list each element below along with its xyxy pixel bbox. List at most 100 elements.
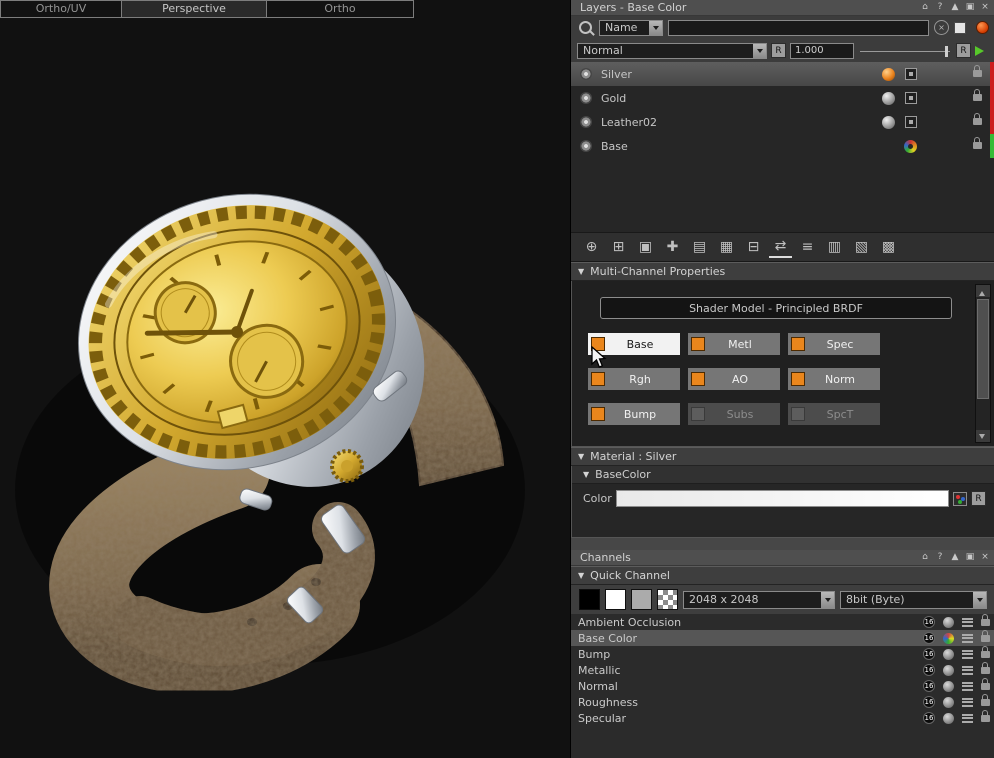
tab-ortho-uv[interactable]: Ortho/UV: [0, 0, 122, 18]
viewport-3d[interactable]: Ortho/UV Perspective Ortho: [0, 0, 570, 758]
clear-search-icon[interactable]: ×: [934, 20, 949, 35]
multichannel-section-header[interactable]: ▼ Multi-Channel Properties: [571, 262, 994, 281]
lock-icon[interactable]: [973, 70, 982, 77]
detail-view-icon[interactable]: ▥: [823, 236, 846, 258]
lock-icon[interactable]: [973, 142, 982, 149]
channel-row-specular[interactable]: Specular 16: [571, 710, 994, 726]
paint-icon[interactable]: [943, 617, 954, 628]
close-icon[interactable]: ×: [980, 552, 990, 563]
menu-icon[interactable]: [962, 698, 973, 707]
swatch-black[interactable]: [579, 589, 600, 610]
scroll-up-icon[interactable]: [976, 285, 990, 297]
paint-icon[interactable]: [943, 633, 954, 644]
add-layer-folder-icon[interactable]: ⊞: [607, 236, 630, 258]
channel-button-metl[interactable]: Metl: [688, 333, 780, 355]
visibility-eye-icon[interactable]: [580, 92, 592, 104]
section-collapse-icon[interactable]: ▼: [578, 452, 584, 461]
float-icon[interactable]: ▣: [965, 552, 975, 563]
visibility-eye-icon[interactable]: [580, 68, 592, 80]
layer-options-button[interactable]: [905, 116, 917, 128]
record-button[interactable]: [976, 21, 989, 34]
channel-button-bump[interactable]: Bump: [588, 403, 680, 425]
resolution-combo[interactable]: 2048 x 2048: [683, 591, 835, 609]
section-collapse-icon[interactable]: ▼: [583, 470, 589, 479]
channel-row-roughness[interactable]: Roughness 16: [571, 694, 994, 710]
dock-icon[interactable]: ⌂: [920, 2, 930, 13]
lock-icon[interactable]: [981, 619, 990, 626]
add-layer-icon[interactable]: ⊕: [580, 236, 603, 258]
edit-layer-icon[interactable]: ✚: [661, 236, 684, 258]
blend-mode-combo[interactable]: Normal: [577, 43, 767, 59]
layer-row-gold[interactable]: Gold: [571, 86, 994, 110]
channel-button-rgh[interactable]: Rgh: [588, 368, 680, 390]
stop-button[interactable]: [954, 22, 966, 34]
menu-icon[interactable]: [962, 618, 973, 627]
layer-row-silver[interactable]: Silver: [571, 62, 994, 86]
lock-icon[interactable]: [981, 715, 990, 722]
basecolor-subheader[interactable]: ▼ BaseColor: [572, 466, 994, 484]
bake-layer-icon[interactable]: ▦: [715, 236, 738, 258]
layer-opacity-field[interactable]: 1.000: [790, 43, 854, 59]
swap-layers-icon[interactable]: ⇄: [769, 236, 792, 258]
lock-icon[interactable]: [981, 635, 990, 642]
float-icon[interactable]: ▣: [965, 2, 975, 13]
material-sphere-icon[interactable]: [882, 92, 895, 105]
slider-thumb[interactable]: [945, 46, 948, 57]
channel-row-base-color[interactable]: Base Color 16: [571, 630, 994, 646]
channel-button-subs[interactable]: Subs: [688, 403, 780, 425]
channel-button-ao[interactable]: AO: [688, 368, 780, 390]
scrollbar-vertical[interactable]: [975, 284, 991, 443]
shader-model-button[interactable]: Shader Model - Principled BRDF: [600, 297, 952, 319]
swatch-white[interactable]: [605, 589, 626, 610]
material-sphere-icon[interactable]: [882, 68, 895, 81]
swatch-transparent[interactable]: [657, 589, 678, 610]
scrollbar-thumb[interactable]: [977, 299, 989, 399]
export-layers-icon[interactable]: ▧: [850, 236, 873, 258]
channel-row-normal[interactable]: Normal 16: [571, 678, 994, 694]
material-sphere-icon[interactable]: [882, 116, 895, 129]
section-collapse-icon[interactable]: ▼: [578, 267, 584, 276]
menu-icon[interactable]: [962, 666, 973, 675]
dock-icon[interactable]: ⌂: [920, 552, 930, 563]
bit-depth-combo[interactable]: 8bit (Byte): [840, 591, 987, 609]
search-filter-combo[interactable]: Name: [599, 20, 663, 36]
section-collapse-icon[interactable]: ▼: [578, 571, 584, 580]
help-icon[interactable]: ?: [935, 2, 945, 13]
channel-row-bump[interactable]: Bump 16: [571, 646, 994, 662]
lock-icon[interactable]: [973, 94, 982, 101]
lock-icon[interactable]: [981, 683, 990, 690]
visibility-eye-icon[interactable]: [580, 140, 592, 152]
menu-icon[interactable]: [962, 650, 973, 659]
quick-channel-header[interactable]: ▼ Quick Channel: [571, 566, 994, 585]
channel-row-ambient-occlusion[interactable]: Ambient Occlusion 16: [571, 614, 994, 630]
collapse-icon[interactable]: ▲: [950, 2, 960, 13]
lock-icon[interactable]: [981, 667, 990, 674]
collapse-icon[interactable]: ▲: [950, 552, 960, 563]
duplicate-layer-icon[interactable]: ▣: [634, 236, 657, 258]
tab-ortho[interactable]: Ortho: [266, 0, 414, 18]
menu-icon[interactable]: [962, 682, 973, 691]
menu-icon[interactable]: [962, 634, 973, 643]
lock-icon[interactable]: [973, 118, 982, 125]
color-value-bar[interactable]: [616, 490, 949, 507]
layer-row-leather02[interactable]: Leather02: [571, 110, 994, 134]
palette-icon[interactable]: [904, 140, 917, 153]
channel-button-spec[interactable]: Spec: [788, 333, 880, 355]
color-picker-icon[interactable]: [953, 492, 967, 506]
play-icon[interactable]: [975, 46, 989, 56]
paint-icon[interactable]: [943, 681, 954, 692]
list-view-icon[interactable]: ≡: [796, 236, 819, 258]
layer-search-input[interactable]: [668, 20, 929, 36]
grid-view-icon[interactable]: ▩: [877, 236, 900, 258]
close-icon[interactable]: ×: [980, 2, 990, 13]
watch-model[interactable]: [0, 0, 570, 758]
layer-row-base[interactable]: Base: [571, 134, 994, 158]
help-icon[interactable]: ?: [935, 552, 945, 563]
lock-icon[interactable]: [981, 651, 990, 658]
paint-icon[interactable]: [943, 697, 954, 708]
lock-icon[interactable]: [981, 699, 990, 706]
merge-layers-icon[interactable]: ▤: [688, 236, 711, 258]
add-pass-icon[interactable]: ⊟: [742, 236, 765, 258]
scroll-down-icon[interactable]: [976, 430, 990, 442]
blend-reset-button[interactable]: R: [771, 43, 786, 58]
